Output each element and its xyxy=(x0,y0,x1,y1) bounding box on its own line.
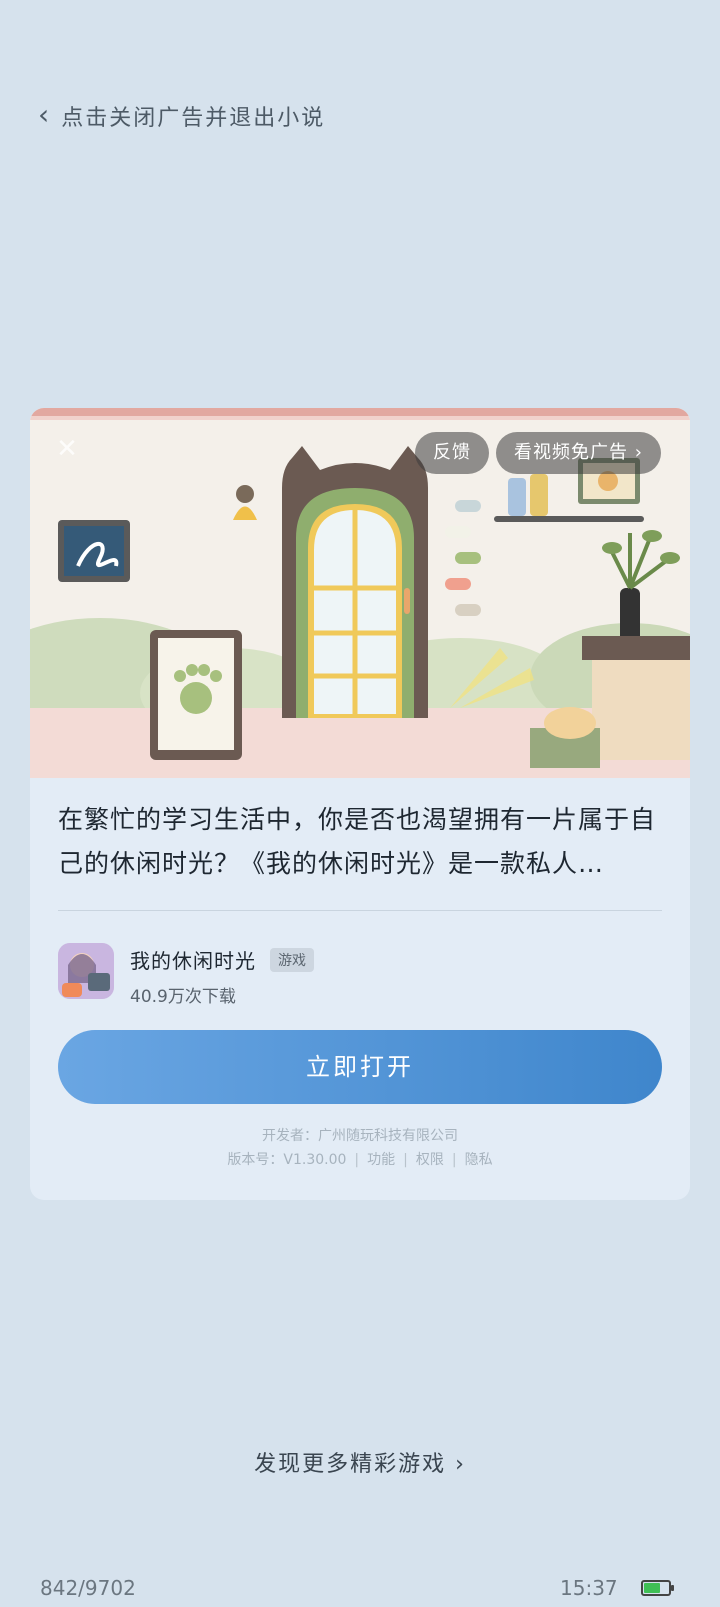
ad-card[interactable]: ✕ 反馈 看视频免广告 › 在繁忙的学习生活中，你是否也渴望拥有一片属于自己的休… xyxy=(30,408,690,1200)
features-link[interactable]: 功能 xyxy=(367,1152,395,1168)
app-icon xyxy=(58,943,114,999)
feedback-button[interactable]: 反馈 xyxy=(415,432,489,474)
clock: 15:37 xyxy=(560,1576,618,1600)
ad-hero-image[interactable]: ✕ 反馈 看视频免广告 › xyxy=(30,408,690,778)
developer-info: 开发者：广州随玩科技有限公司 版本号：V1.30.00 | 功能 | 权限 | 隐私 xyxy=(30,1124,690,1172)
divider xyxy=(58,910,662,911)
close-ad-text: 点击关闭广告并退出小说 xyxy=(61,106,326,131)
ad-description: 在繁忙的学习生活中，你是否也渴望拥有一片属于自己的休闲时光？《我的休闲时光》是一… xyxy=(58,805,657,878)
app-category-badge: 游戏 xyxy=(270,947,314,972)
open-now-button[interactable]: 立即打开 xyxy=(58,1030,662,1104)
page-counter: 842/9702 xyxy=(40,1576,136,1600)
discover-more-games-link[interactable]: 发现更多精彩游戏 › xyxy=(0,1446,720,1478)
ad-page: ‹ 点击关闭广告并退出小说 ✕ 反馈 看视频免广告 › 在繁忙的学习生活中，你是… xyxy=(0,0,720,1607)
app-info[interactable]: 我的休闲时光 游戏 40.9万次下载 xyxy=(58,943,314,1007)
privacy-link[interactable]: 隐私 xyxy=(465,1152,493,1168)
version-number: 版本号：V1.30.00 xyxy=(227,1152,347,1168)
developer-name: 开发者：广州随玩科技有限公司 xyxy=(262,1128,458,1144)
close-ad-bar[interactable]: ‹ 点击关闭广告并退出小说 xyxy=(38,100,325,132)
app-name: 我的休闲时光 xyxy=(130,949,256,973)
chevron-left-icon: ‹ xyxy=(38,98,52,131)
close-icon[interactable]: ✕ xyxy=(50,432,84,466)
battery-icon xyxy=(641,1580,674,1596)
watch-video-no-ad-button[interactable]: 看视频免广告 › xyxy=(496,432,661,474)
download-count: 40.9万次下载 xyxy=(130,987,236,1007)
permissions-link[interactable]: 权限 xyxy=(416,1152,444,1168)
